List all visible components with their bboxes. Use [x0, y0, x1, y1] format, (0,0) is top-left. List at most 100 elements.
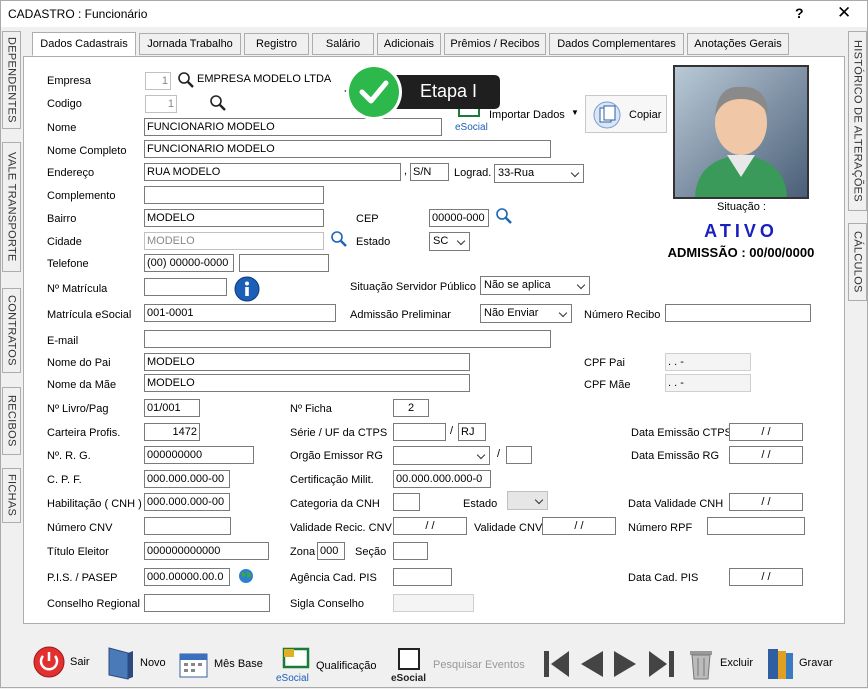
cep-field[interactable]: 00000-000 [429, 209, 489, 227]
admissao-prelim-label: Admissão Preliminar [350, 309, 451, 321]
sigla-field[interactable] [393, 594, 474, 612]
orgao-separator: / [497, 448, 501, 460]
serie-separator: / [450, 425, 454, 437]
cnv-field[interactable] [144, 517, 231, 535]
help-button[interactable]: ? [795, 5, 804, 21]
bairro-field[interactable]: MODELO [144, 209, 324, 227]
val-rec-cnv-field[interactable]: / / [393, 517, 467, 535]
previous-record-icon[interactable] [578, 648, 606, 680]
excluir-button[interactable]: Excluir [686, 645, 753, 681]
tab-anotacoes-gerais[interactable]: Anotações Gerais [687, 33, 789, 55]
tab-premios-recibos[interactable]: Prêmios / Recibos [444, 33, 546, 55]
side-tab-calculos[interactable]: CÁLCULOS [848, 223, 867, 301]
lograd-label: Lograd. [454, 167, 492, 179]
side-tab-fichas[interactable]: FICHAS [2, 468, 21, 523]
novo-button[interactable]: Novo [106, 645, 166, 681]
matricula-esocial-field[interactable]: 001-0001 [144, 304, 336, 322]
zona-field[interactable]: 000 [317, 542, 345, 560]
first-record-icon[interactable] [542, 648, 572, 680]
cpf-field[interactable]: 000.000.000-00 [144, 470, 230, 488]
cpf-mae-label: CPF Mãe [584, 379, 631, 391]
rpf-label: Número RPF [628, 522, 693, 534]
pis-label: P.I.S. / PASEP [47, 572, 118, 584]
titulo-field[interactable]: 000000000000 [144, 542, 269, 560]
window: CADASTRO : Funcionário ? ✕ DEPENDENTES V… [0, 0, 868, 688]
email-field[interactable] [144, 330, 551, 348]
qualificacao-button[interactable]: eSocial Qualificação [276, 645, 377, 687]
orgao-uf-field[interactable] [506, 446, 532, 464]
next-record-icon[interactable] [611, 648, 639, 680]
mae-field[interactable]: MODELO [144, 374, 470, 392]
codigo-field[interactable]: 1 [145, 95, 177, 113]
telefone2-field[interactable] [239, 254, 329, 272]
complemento-field[interactable] [144, 186, 324, 204]
info-icon[interactable] [234, 276, 260, 302]
numero-recibo-field[interactable] [665, 304, 811, 322]
uf-ctps-field[interactable]: RJ [458, 423, 486, 441]
telefone-field[interactable]: (00) 00000-0000 [144, 254, 234, 272]
secao-field[interactable] [393, 542, 428, 560]
ficha-field[interactable]: 2 [393, 399, 429, 417]
tab-dados-complementares[interactable]: Dados Complementares [549, 33, 684, 55]
endereco-field[interactable]: RUA MODELO [144, 163, 401, 181]
ctps-field[interactable]: 1472 [144, 423, 200, 441]
data-rg-field[interactable]: / / [729, 446, 803, 464]
side-tab-contratos[interactable]: CONTRATOS [2, 288, 21, 373]
cert-field[interactable]: 00.000.000.000-0 [393, 470, 491, 488]
rg-field[interactable]: 000000000 [144, 446, 254, 464]
tab-adicionais[interactable]: Adicionais [377, 33, 441, 55]
last-record-icon[interactable] [646, 648, 676, 680]
search-icon[interactable] [330, 230, 348, 248]
search-icon[interactable] [177, 71, 195, 89]
pis-field[interactable]: 000.00000.00.0 [144, 568, 230, 586]
mes-base-button[interactable]: Mês Base [178, 649, 263, 679]
cpf-mae-field[interactable]: . . - [665, 374, 751, 392]
side-tab-recibos[interactable]: RECIBOS [2, 387, 21, 455]
rg-label: Nº. R. G. [47, 450, 91, 462]
estado-cnh-select[interactable] [507, 491, 548, 510]
estado-select[interactable]: SC [429, 232, 470, 251]
employee-photo[interactable] [673, 65, 809, 199]
sair-button[interactable]: Sair [32, 645, 90, 679]
pai-field[interactable]: MODELO [144, 353, 470, 371]
side-tab-vale-transporte[interactable]: VALE TRANSPORTE [2, 142, 21, 272]
rpf-field[interactable] [707, 517, 805, 535]
data-ctps-field[interactable]: / / [729, 423, 803, 441]
copy-icon [593, 101, 621, 129]
numero-field[interactable]: S/N [410, 163, 449, 181]
close-button[interactable]: ✕ [837, 3, 851, 23]
nome-completo-field[interactable]: FUNCIONARIO MODELO [144, 140, 551, 158]
agencia-pis-field[interactable] [393, 568, 452, 586]
cat-cnh-field[interactable] [393, 493, 420, 511]
gravar-button[interactable]: Gravar [765, 645, 833, 681]
save-books-icon [768, 649, 793, 679]
cidade-field[interactable]: MODELO [144, 232, 324, 250]
side-tab-dependentes[interactable]: DEPENDENTES [2, 31, 21, 129]
side-tab-historico[interactable]: HISTÓRICO DE ALTERAÇÕES [848, 31, 867, 211]
livro-field[interactable]: 01/001 [144, 399, 200, 417]
admissao-prelim-select[interactable]: Não Enviar [480, 304, 572, 323]
matricula-field[interactable] [144, 278, 227, 296]
val-cnv-field[interactable]: / / [542, 517, 616, 535]
search-icon[interactable] [495, 207, 513, 225]
titulo-label: Título Eleitor [47, 546, 109, 558]
data-pis-label: Data Cad. PIS [628, 572, 699, 584]
tab-registro[interactable]: Registro [244, 33, 309, 55]
tab-salario[interactable]: Salário [312, 33, 374, 55]
data-pis-field[interactable]: / / [729, 568, 803, 586]
conselho-field[interactable] [144, 594, 270, 612]
cpf-pai-field[interactable]: . . - [665, 353, 751, 371]
orgao-select[interactable] [393, 446, 490, 465]
val-cnh-field[interactable]: / / [729, 493, 803, 511]
serie-field[interactable] [393, 423, 446, 441]
pesquisar-eventos-button[interactable]: eSocial Pesquisar Eventos [391, 645, 525, 685]
copiar-button[interactable]: Copiar [585, 95, 667, 133]
globe-icon[interactable] [237, 567, 255, 585]
tab-jornada-trabalho[interactable]: Jornada Trabalho [139, 33, 241, 55]
search-icon[interactable] [209, 94, 227, 112]
sit-servidor-select[interactable]: Não se aplica [480, 276, 590, 295]
hab-field[interactable]: 000.000.000-00 [144, 493, 230, 511]
tab-dados-cadastrais[interactable]: Dados Cadastrais [32, 32, 136, 56]
lograd-select[interactable]: 33-Rua [494, 164, 584, 183]
empresa-code-field[interactable]: 1 [145, 72, 171, 90]
